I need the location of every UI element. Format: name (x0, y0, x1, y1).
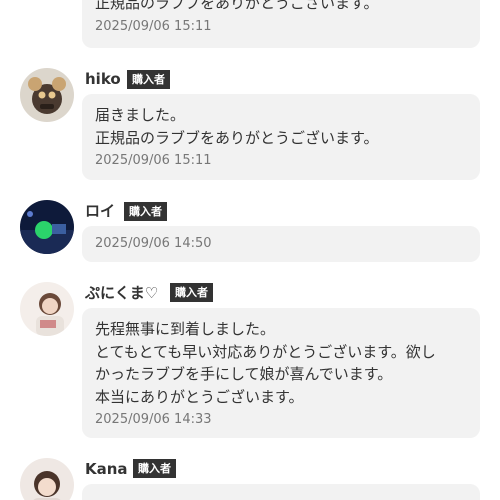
review-bubble: 先程無事に到着しました。 とてもとても早い対応ありがとうございます。欲し かった… (82, 308, 480, 438)
review-text: とてもとても早い対応ありがとうございます。欲し (95, 342, 436, 361)
avatar[interactable] (20, 458, 74, 500)
buyer-badge: 購入者 (133, 459, 176, 478)
buyer-badge: 購入者 (170, 283, 213, 302)
review-bubble (82, 484, 480, 500)
review-text: 正規品のラブブをありがとうございます。 (95, 128, 379, 147)
review-bubble: 正規品のラブブをありがとうございます。 2025/09/06 15:11 (82, 0, 480, 48)
review-timestamp: 2025/09/06 14:50 (95, 236, 212, 251)
avatar[interactable] (20, 282, 74, 336)
review-timestamp: 2025/09/06 15:11 (95, 153, 212, 168)
review-text: 届きました。 (95, 106, 186, 124)
avatar[interactable] (20, 68, 74, 122)
buyer-badge: 購入者 (127, 70, 170, 89)
review-bubble: 届きました。 正規品のラブブをありがとうございます。 2025/09/06 15… (82, 94, 480, 180)
avatar[interactable] (20, 200, 74, 254)
review-bubble: 2025/09/06 14:50 (82, 226, 480, 262)
reviewer-name[interactable]: ぷにくま♡ (85, 283, 158, 303)
review-text: 本当にありがとうございます。 (95, 387, 304, 406)
review-timestamp: 2025/09/06 15:11 (95, 18, 212, 34)
review-text: 先程無事に到着しました。 (95, 320, 276, 338)
reviewer-name[interactable]: Kana (85, 459, 128, 479)
review-feed: 正規品のラブブをありがとうございます。 2025/09/06 15:11 hik… (0, 0, 500, 500)
buyer-badge: 購入者 (124, 202, 167, 221)
review-timestamp: 2025/09/06 14:33 (95, 412, 212, 427)
review-text: かったラブブを手にして娘が喜んでいます。 (95, 365, 393, 383)
reviewer-name[interactable]: ロイ (85, 201, 115, 221)
review-text: 正規品のラブブをありがとうございます。 (95, 0, 379, 12)
reviewer-name[interactable]: hiko (85, 69, 121, 89)
